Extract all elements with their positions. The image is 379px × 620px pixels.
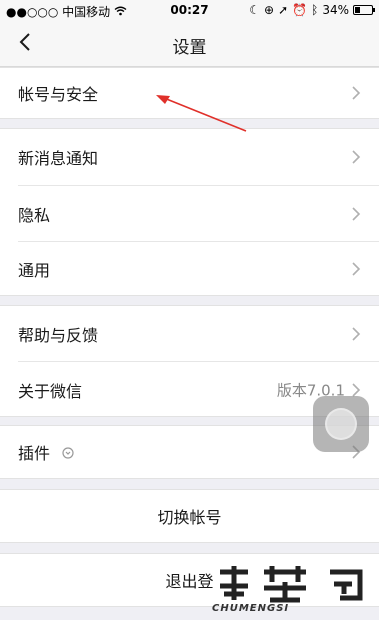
chevron-right-icon [352,86,361,100]
settings-item-label: 新消息通知 [18,149,99,168]
lock-rotation-icon: ⊕ [264,3,275,17]
settings-item-label: 关于微信 [18,381,83,401]
settings-item-label: 帐号与安全 [18,85,99,104]
assistive-touch-button[interactable] [313,396,369,452]
switch-account-label: 切换帐号 [157,508,222,527]
moon-icon: ☾ [249,3,261,17]
settings-item-label: 通用 [18,261,51,280]
settings-item-new-message[interactable]: 新消息通知 [0,129,379,185]
nav-bar: 设置 [0,20,379,67]
chevron-right-icon [352,150,361,164]
battery-icon [353,5,375,15]
settings-item-general[interactable]: 通用 [0,242,379,296]
chevron-right-icon [352,382,361,397]
status-right: ☾ ⊕ ➚ ⏰ ᛒ 34% [249,3,375,17]
assistive-touch-icon [325,408,357,440]
settings-item-help-feedback[interactable]: 帮助与反馈 [0,306,379,361]
settings-item-label: 隐私 [18,205,51,225]
chevron-right-icon [352,326,361,341]
plugins-label: 插件 [18,444,51,463]
alarm-icon: ⏰ [292,3,308,17]
battery-level [355,7,361,13]
page-title: 设置 [172,38,207,58]
settings-item-privacy[interactable]: 隐私 [0,186,379,241]
watermark-brand: CHUMENGSI [212,603,290,614]
settings-item-label: 插件 [18,440,75,464]
chevron-right-icon [352,206,361,221]
status-bar: ●●○○○ 中国移动 00:27 ☾ ⊕ ➚ ⏰ ᛒ 34% [0,0,379,20]
switch-account-button[interactable]: 切换帐号 [0,489,379,543]
bluetooth-icon: ᛒ [311,3,319,17]
settings-group-2: 新消息通知 隐私 通用 [0,128,379,296]
settings-item-account-security[interactable]: 帐号与安全 [0,67,379,119]
chevron-right-icon [352,262,361,276]
battery-percent: 34% [322,3,349,17]
settings-item-label: 帮助与反馈 [18,325,99,345]
plugin-icon [62,447,74,459]
location-icon: ➚ [278,3,289,17]
